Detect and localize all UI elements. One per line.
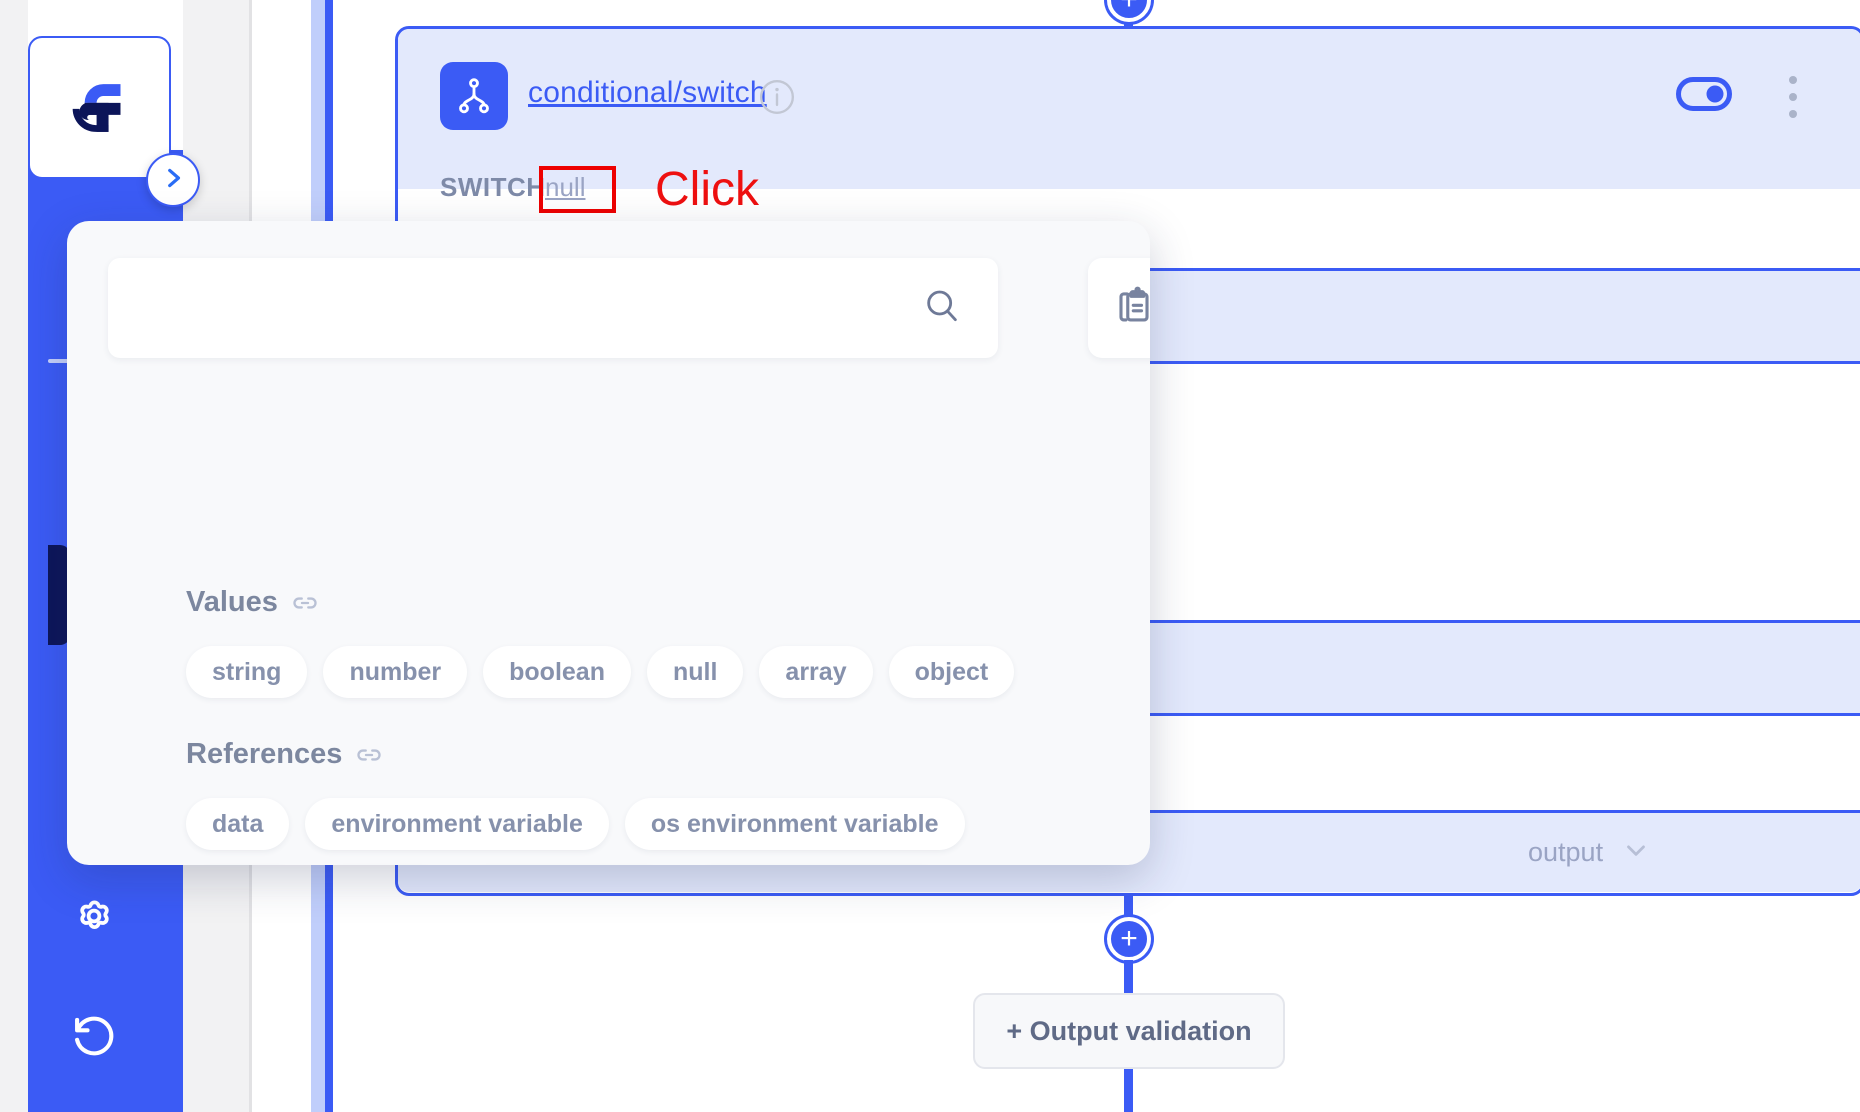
chip-array[interactable]: array bbox=[759, 646, 873, 698]
canvas-left-margin bbox=[0, 0, 28, 1112]
logo-icon bbox=[72, 83, 120, 132]
sidebar-expand-button[interactable] bbox=[146, 153, 200, 207]
chip-object[interactable]: object bbox=[888, 646, 1015, 698]
search-input[interactable] bbox=[145, 292, 922, 324]
add-node-button-bottom[interactable]: + bbox=[1107, 917, 1151, 961]
chip-row-references: data environment variable os environment v… bbox=[186, 798, 986, 865]
chevron-down-icon bbox=[1621, 835, 1651, 870]
search-field[interactable] bbox=[108, 258, 998, 358]
node-enable-toggle[interactable] bbox=[1676, 77, 1732, 116]
click-annotation-label: Click bbox=[655, 163, 759, 216]
chip-data[interactable]: data bbox=[186, 798, 290, 850]
info-icon[interactable] bbox=[758, 78, 796, 116]
value-picker-popup: Values string number boolean null array objec… bbox=[67, 221, 1150, 865]
section-values: Values string number boolean null array objec… bbox=[186, 586, 1026, 698]
menu-dot bbox=[1789, 76, 1797, 84]
section-references: References data environment variable os en… bbox=[186, 738, 986, 865]
chip-os-environment-variable[interactable]: os environment variable bbox=[624, 798, 965, 850]
toggle-on-icon bbox=[1676, 77, 1732, 111]
chip-string[interactable]: string bbox=[186, 646, 308, 698]
chip-row-values: string number boolean null array object bbox=[186, 646, 1026, 698]
chip-environment-variable[interactable]: environment variable bbox=[305, 798, 609, 850]
chevron-right-icon bbox=[160, 165, 186, 196]
sidebar-item-history[interactable] bbox=[63, 1005, 125, 1067]
search-icon[interactable] bbox=[922, 286, 962, 331]
link-icon[interactable] bbox=[291, 589, 319, 617]
switch-field-label: SWITCH bbox=[440, 172, 546, 202]
paste-from-clipboard-button[interactable] bbox=[1088, 258, 1150, 358]
node-title-link[interactable]: conditional/switch bbox=[528, 76, 767, 110]
click-target-highlight bbox=[539, 166, 616, 213]
app-root: + conditional/switch SWITCH n bbox=[0, 0, 1860, 1112]
plus-icon: + bbox=[1120, 0, 1138, 15]
menu-dot bbox=[1789, 110, 1797, 118]
section-title-text: References bbox=[186, 738, 343, 770]
chip-null[interactable]: null bbox=[646, 646, 744, 698]
chip-boolean[interactable]: boolean bbox=[483, 646, 631, 698]
section-title-text: Values bbox=[186, 586, 278, 618]
plus-icon: + bbox=[1120, 922, 1138, 955]
node-output-label: output bbox=[1528, 837, 1604, 867]
link-icon[interactable] bbox=[355, 741, 383, 769]
section-header: References bbox=[186, 738, 986, 771]
node-more-menu-button[interactable] bbox=[1788, 76, 1798, 118]
add-output-validation-button[interactable]: + Output validation bbox=[973, 993, 1285, 1069]
app-logo[interactable] bbox=[28, 36, 171, 179]
popup-search-row bbox=[108, 258, 998, 358]
menu-dot bbox=[1789, 93, 1797, 101]
section-header: Values bbox=[186, 586, 1026, 619]
clipboard-icon bbox=[1112, 284, 1150, 333]
gear-icon bbox=[69, 891, 119, 941]
undo-icon bbox=[68, 1010, 120, 1062]
chip-number[interactable]: number bbox=[323, 646, 468, 698]
sidebar-item-settings[interactable] bbox=[63, 885, 125, 947]
switch-node-icon bbox=[440, 62, 508, 130]
